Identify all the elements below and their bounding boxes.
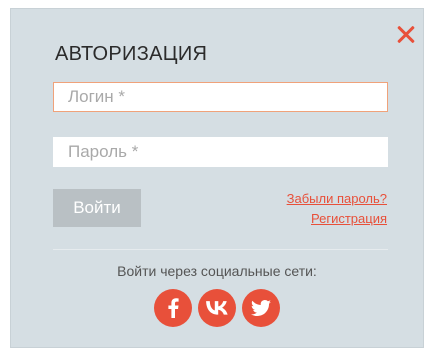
register-link[interactable]: Регистрация xyxy=(311,211,387,226)
login-button[interactable]: Войти xyxy=(53,189,141,227)
vk-button[interactable] xyxy=(198,289,236,327)
forgot-password-link[interactable]: Забыли пароль? xyxy=(287,191,387,206)
divider xyxy=(53,249,388,250)
close-icon[interactable] xyxy=(395,23,417,45)
password-input[interactable] xyxy=(53,137,388,167)
login-input[interactable] xyxy=(53,82,388,112)
twitter-button[interactable] xyxy=(242,289,280,327)
facebook-button[interactable] xyxy=(154,289,192,327)
social-buttons xyxy=(11,289,423,327)
facebook-icon xyxy=(168,298,179,318)
login-modal: АВТОРИЗАЦИЯ Войти Забыли пароль? Регистр… xyxy=(10,8,424,348)
modal-title: АВТОРИЗАЦИЯ xyxy=(55,43,208,65)
social-login-label: Войти через социальные сети: xyxy=(117,263,317,279)
vk-icon xyxy=(206,301,228,315)
twitter-icon xyxy=(251,300,271,316)
